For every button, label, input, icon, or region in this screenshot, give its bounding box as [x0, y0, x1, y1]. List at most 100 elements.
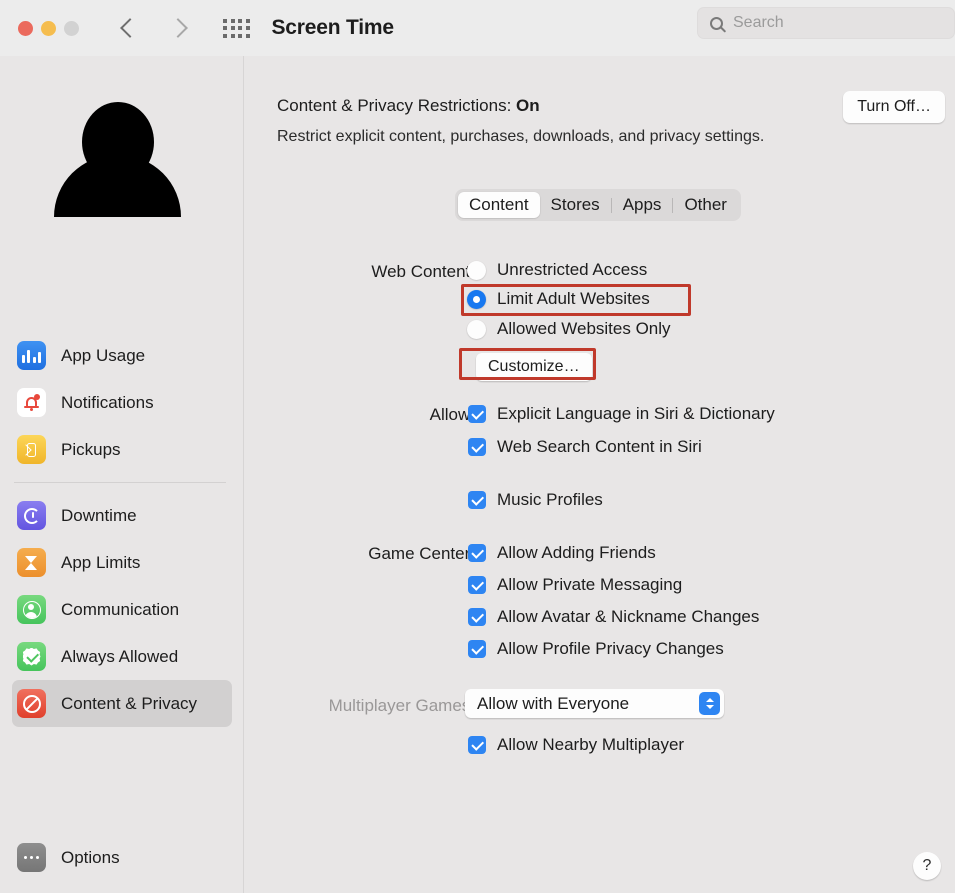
show-all-icon[interactable]: [223, 18, 250, 38]
sidebar-item-label: Always Allowed: [61, 646, 179, 666]
checkbox[interactable]: [468, 576, 486, 594]
turn-off-button[interactable]: Turn Off…: [843, 91, 945, 123]
sidebar-item-label: App Usage: [61, 345, 146, 365]
minimize-button[interactable]: [41, 20, 56, 36]
checkbox[interactable]: [468, 736, 486, 754]
tab-other[interactable]: Other: [673, 192, 738, 218]
notifications-bell-icon: [17, 388, 46, 417]
radio-unrestricted-access[interactable]: Unrestricted Access: [467, 260, 647, 280]
checkbox[interactable]: [468, 405, 486, 423]
highlight-box-customize: [459, 348, 596, 380]
restrictions-subtitle: Restrict explicit content, purchases, do…: [277, 128, 765, 145]
checkbox-label: Allow Private Messaging: [497, 575, 683, 594]
back-icon[interactable]: [120, 18, 140, 38]
checkbox-music-profiles[interactable]: Music Profiles: [468, 490, 603, 510]
sidebar-item-label: Options: [61, 847, 120, 867]
radio-allowed-websites-only[interactable]: Allowed Websites Only: [467, 319, 671, 339]
sidebar-options-row: Options: [0, 834, 244, 881]
sidebar-item-communication[interactable]: Communication: [12, 586, 232, 633]
sidebar-item-label: Pickups: [61, 439, 121, 459]
multiplayer-label-row: Multiplayer Games:: [245, 696, 475, 716]
multiplayer-games-select[interactable]: Allow with Everyone: [465, 689, 724, 718]
allow-label-row: Allow:: [245, 405, 475, 425]
multiplayer-popup-row: Allow with Everyone: [465, 689, 724, 718]
window-controls: [18, 20, 79, 36]
sidebar-item-app-limits[interactable]: App Limits: [12, 539, 232, 586]
avatar[interactable]: [54, 102, 181, 217]
checkbox-web-search-content[interactable]: Web Search Content in Siri: [468, 437, 702, 457]
sidebar-item-app-usage[interactable]: App Usage: [12, 332, 232, 379]
sidebar-list: App Usage Notifications Pickups Downtime: [0, 332, 244, 727]
app-usage-icon: [17, 341, 46, 370]
sidebar-item-options[interactable]: Options: [12, 834, 232, 881]
sidebar-item-label: App Limits: [61, 552, 141, 572]
sidebar-item-label: Content & Privacy: [61, 693, 198, 713]
tab-content[interactable]: Content: [458, 192, 540, 218]
downtime-icon: [17, 501, 46, 530]
page-title: Screen Time: [271, 16, 395, 39]
app-limits-hourglass-icon: [17, 548, 46, 577]
checkbox-label: Music Profiles: [497, 490, 603, 509]
pickups-icon: [17, 435, 46, 464]
checkbox-label: Allow Profile Privacy Changes: [497, 639, 724, 658]
restrictions-status-line: Content & Privacy Restrictions: On: [277, 96, 540, 116]
checkbox-allow-avatar-nickname-changes[interactable]: Allow Avatar & Nickname Changes: [468, 607, 759, 627]
sidebar-item-always-allowed[interactable]: Always Allowed: [12, 633, 232, 680]
sidebar-item-label: Communication: [61, 599, 180, 619]
status-badge: On: [516, 96, 540, 115]
sidebar-item-label: Notifications: [61, 392, 154, 412]
sidebar: App Usage Notifications Pickups Downtime: [0, 56, 244, 893]
options-ellipsis-icon: [17, 843, 46, 872]
checkbox-label: Explicit Language in Siri & Dictionary: [497, 404, 775, 423]
search-input[interactable]: Search: [697, 7, 955, 39]
content-pane: Content & Privacy Restrictions: On Restr…: [245, 56, 955, 893]
always-allowed-icon: [17, 642, 46, 671]
checkbox[interactable]: [468, 491, 486, 509]
radio-label: Unrestricted Access: [497, 260, 648, 279]
radio-button[interactable]: [467, 260, 486, 280]
multiplayer-games-value: Allow with Everyone: [477, 693, 630, 713]
forward-icon[interactable]: [168, 18, 188, 38]
tab-apps[interactable]: Apps: [612, 192, 673, 218]
checkbox-allow-nearby-multiplayer[interactable]: Allow Nearby Multiplayer: [468, 735, 684, 755]
search-placeholder: Search: [733, 14, 784, 31]
checkbox-label: Allow Adding Friends: [497, 543, 656, 562]
checkbox-label: Allow Nearby Multiplayer: [497, 735, 685, 754]
sidebar-item-notifications[interactable]: Notifications: [12, 379, 232, 426]
screen-time-window: Screen Time Search App Usage Notificatio: [0, 0, 955, 893]
tab-stores[interactable]: Stores: [540, 192, 611, 218]
game-center-label-row: Game Center:: [245, 544, 475, 564]
checkbox[interactable]: [468, 640, 486, 658]
checkbox-allow-adding-friends[interactable]: Allow Adding Friends: [468, 543, 656, 563]
sidebar-item-label: Downtime: [61, 505, 137, 525]
sidebar-item-pickups[interactable]: Pickups: [12, 426, 232, 473]
checkbox-label: Allow Avatar & Nickname Changes: [497, 607, 760, 626]
titlebar: Screen Time Search: [0, 0, 955, 56]
checkbox[interactable]: [468, 608, 486, 626]
help-button[interactable]: ?: [913, 852, 941, 880]
web-content-label-row: Web Content:: [245, 262, 475, 282]
sidebar-divider: [14, 482, 226, 483]
checkbox-allow-private-messaging[interactable]: Allow Private Messaging: [468, 575, 682, 595]
radio-button[interactable]: [467, 319, 486, 339]
content-category-tabs: Content Stores Apps Other: [455, 189, 741, 221]
zoom-button[interactable]: [64, 20, 79, 36]
checkbox[interactable]: [468, 438, 486, 456]
sidebar-item-downtime[interactable]: Downtime: [12, 492, 232, 539]
avatar-body: [54, 155, 181, 217]
communication-icon: [17, 595, 46, 624]
web-content-label: Web Content:: [371, 262, 475, 281]
search-icon: [710, 16, 723, 30]
restrictions-label: Content & Privacy Restrictions:: [277, 96, 517, 115]
checkbox[interactable]: [468, 544, 486, 562]
game-center-label: Game Center:: [368, 544, 475, 563]
checkbox-label: Web Search Content in Siri: [497, 437, 702, 456]
multiplayer-games-label: Multiplayer Games:: [328, 696, 475, 715]
navigation-arrows: [120, 18, 188, 38]
content-privacy-icon: [17, 689, 46, 718]
close-button[interactable]: [18, 20, 33, 36]
checkbox-allow-profile-privacy-changes[interactable]: Allow Profile Privacy Changes: [468, 639, 724, 659]
chevron-updown-icon[interactable]: [699, 692, 720, 715]
sidebar-item-content-privacy[interactable]: Content & Privacy: [12, 680, 232, 727]
checkbox-explicit-language[interactable]: Explicit Language in Siri & Dictionary: [468, 404, 775, 424]
